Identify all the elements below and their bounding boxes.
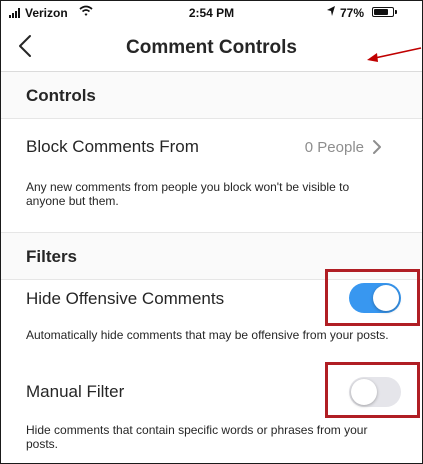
battery-icon (372, 7, 394, 17)
battery-tip (395, 10, 397, 14)
battery-percent: 77% (340, 6, 365, 20)
manual-filter-label: Manual Filter (26, 382, 125, 401)
controls-section-header: Controls (1, 72, 422, 119)
status-bar: Verizon 2:54 PM 77% (1, 1, 422, 25)
section-title: Controls (26, 86, 96, 105)
chevron-right-icon[interactable] (371, 139, 383, 155)
page-title: Comment Controls (126, 37, 297, 58)
block-comments-description: Any new comments from people you block w… (26, 180, 350, 208)
manual-filter-description: Hide comments that contain specific word… (26, 423, 368, 451)
block-comments-value[interactable]: 0 People (305, 139, 364, 156)
phone-screen: Verizon 2:54 PM 77% Comment Controls Con… (0, 0, 423, 464)
block-comments-label[interactable]: Block Comments From (26, 137, 199, 157)
highlight-box (325, 269, 420, 326)
section-title: Filters (26, 247, 78, 266)
location-arrow-icon (327, 6, 335, 16)
battery-fill (374, 9, 388, 15)
annotation-arrow (367, 47, 422, 62)
hide-offensive-label: Hide Offensive Comments (26, 289, 225, 308)
hide-offensive-description: Automatically hide comments that may be … (26, 328, 389, 342)
navigation-bar: Comment Controls (1, 25, 422, 72)
highlight-box (325, 362, 420, 418)
